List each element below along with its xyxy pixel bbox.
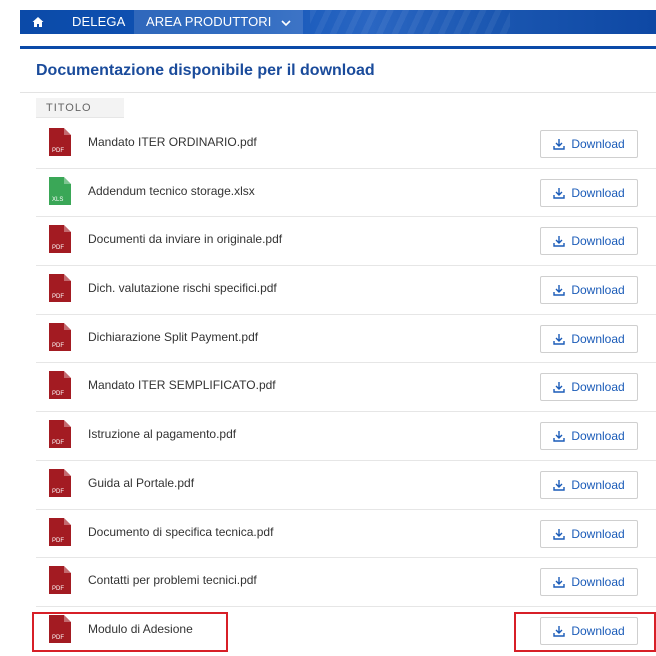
download-button-label: Download bbox=[571, 575, 625, 590]
svg-text:PDF: PDF bbox=[52, 538, 64, 544]
svg-text:XLS: XLS bbox=[52, 197, 63, 203]
download-button[interactable]: Download bbox=[540, 422, 638, 451]
svg-text:PDF: PDF bbox=[52, 148, 64, 154]
download-button[interactable]: Download bbox=[540, 568, 638, 597]
nav-item-label: DELEGA bbox=[72, 14, 126, 29]
table-row: PDF Mandato ITER ORDINARIO.pdf Download bbox=[36, 120, 656, 169]
svg-text:PDF: PDF bbox=[52, 586, 64, 592]
table-row: PDF Mandato ITER SEMPLIFICATO.pdf Download bbox=[36, 363, 656, 413]
nav-underline bbox=[20, 46, 656, 49]
pdf-file-icon: PDF bbox=[49, 614, 71, 643]
download-button-label: Download bbox=[571, 234, 625, 249]
download-button[interactable]: Download bbox=[540, 130, 638, 158]
file-name[interactable]: Documento di specifica tecnica.pdf bbox=[88, 525, 273, 539]
file-list: PDF Mandato ITER ORDINARIO.pdf Download XLS… bbox=[36, 120, 656, 656]
download-button[interactable]: Download bbox=[540, 324, 638, 353]
svg-text:PDF: PDF bbox=[52, 343, 64, 349]
table-row: PDF Contatti per problemi tecnici.pdf Down… bbox=[36, 558, 656, 607]
pdf-file-icon: PDF bbox=[49, 274, 71, 303]
file-name[interactable]: Dichiarazione Split Payment.pdf bbox=[88, 330, 258, 344]
svg-text:PDF: PDF bbox=[52, 391, 64, 397]
file-name[interactable]: Mandato ITER ORDINARIO.pdf bbox=[88, 135, 257, 149]
table-row: PDF Guida al Portale.pdf Download bbox=[36, 461, 656, 510]
download-icon bbox=[553, 285, 566, 296]
table-row: PDF Dichiarazione Split Payment.pdf Downlo… bbox=[36, 315, 656, 364]
download-button-label: Download bbox=[571, 331, 625, 346]
download-button[interactable]: Download bbox=[540, 616, 638, 645]
table-row: PDF Dich. valutazione rischi specifici.pd… bbox=[36, 266, 656, 315]
download-icon bbox=[553, 625, 566, 637]
file-name[interactable]: Istruzione al pagamento.pdf bbox=[88, 427, 236, 441]
download-button[interactable]: Download bbox=[540, 519, 638, 548]
download-icon bbox=[553, 139, 566, 150]
pdf-file-icon: PDF bbox=[49, 420, 71, 449]
download-button[interactable]: Download bbox=[540, 178, 638, 207]
top-navigation: DELEGA AREA PRODUTTORI bbox=[0, 0, 656, 46]
nav-item-area-produttori[interactable]: AREA PRODUTTORI bbox=[134, 10, 304, 35]
download-button-label: Download bbox=[571, 623, 625, 638]
download-icon bbox=[553, 187, 566, 199]
download-button-label: Download bbox=[571, 526, 625, 541]
table-row: PDF Istruzione al pagamento.pdf Download bbox=[36, 412, 656, 461]
table-row: XLS Addendum tecnico storage.xlsx Download bbox=[36, 169, 656, 218]
download-button[interactable]: Download bbox=[540, 227, 638, 256]
pdf-file-icon: PDF bbox=[49, 517, 71, 546]
column-header-titolo[interactable]: TITOLO bbox=[36, 98, 124, 118]
download-icon bbox=[553, 333, 566, 345]
table-row: PDF Documento di specifica tecnica.pdf Dow… bbox=[36, 510, 656, 559]
pdf-file-icon: PDF bbox=[49, 225, 71, 254]
download-button[interactable]: Download bbox=[540, 470, 638, 499]
svg-text:PDF: PDF bbox=[52, 635, 64, 641]
pdf-file-icon: PDF bbox=[49, 371, 71, 400]
svg-text:PDF: PDF bbox=[52, 489, 64, 495]
file-name[interactable]: Mandato ITER SEMPLIFICATO.pdf bbox=[88, 378, 276, 392]
file-name[interactable]: Modulo di Adesione bbox=[88, 622, 193, 636]
download-button-label: Download bbox=[571, 137, 625, 151]
download-button[interactable]: Download bbox=[540, 276, 638, 305]
page-title: Documentazione disponibile per il downlo… bbox=[36, 62, 375, 79]
table-row: PDF Documenti da inviare in originale.pdf… bbox=[36, 217, 656, 267]
svg-text:PDF: PDF bbox=[52, 440, 64, 446]
pdf-file-icon: PDF bbox=[49, 128, 71, 156]
file-name[interactable]: Guida al Portale.pdf bbox=[88, 476, 194, 490]
pdf-file-icon: PDF bbox=[49, 322, 71, 351]
chevron-down-icon bbox=[281, 11, 291, 35]
download-button-label: Download bbox=[571, 380, 625, 395]
download-button-label: Download bbox=[571, 477, 625, 492]
nav-home-button[interactable] bbox=[22, 10, 54, 34]
file-name[interactable]: Dich. valutazione rischi specifici.pdf bbox=[88, 281, 277, 295]
file-name[interactable]: Addendum tecnico storage.xlsx bbox=[88, 184, 255, 198]
download-icon bbox=[553, 236, 566, 248]
nav-item-label: AREA PRODUTTORI bbox=[146, 14, 272, 29]
divider bbox=[20, 92, 656, 93]
download-icon bbox=[553, 479, 566, 491]
pdf-file-icon: PDF bbox=[49, 468, 71, 497]
table-row: PDF Modulo di Adesione Download bbox=[36, 607, 656, 656]
svg-text:PDF: PDF bbox=[52, 294, 64, 300]
file-name[interactable]: Documenti da inviare in originale.pdf bbox=[88, 232, 282, 246]
download-icon bbox=[553, 382, 566, 394]
nav-item-delega[interactable]: DELEGA bbox=[60, 10, 137, 34]
file-name[interactable]: Contatti per problemi tecnici.pdf bbox=[88, 573, 257, 587]
xls-file-icon: XLS bbox=[49, 176, 71, 205]
svg-text:PDF: PDF bbox=[52, 245, 64, 251]
download-button-label: Download bbox=[571, 429, 625, 444]
download-icon bbox=[553, 528, 566, 540]
download-button[interactable]: Download bbox=[540, 373, 638, 402]
download-button-label: Download bbox=[571, 283, 625, 298]
download-icon bbox=[553, 431, 566, 442]
pdf-file-icon: PDF bbox=[49, 566, 71, 595]
download-icon bbox=[553, 577, 566, 588]
home-icon bbox=[32, 17, 44, 27]
download-button-label: Download bbox=[571, 185, 625, 200]
